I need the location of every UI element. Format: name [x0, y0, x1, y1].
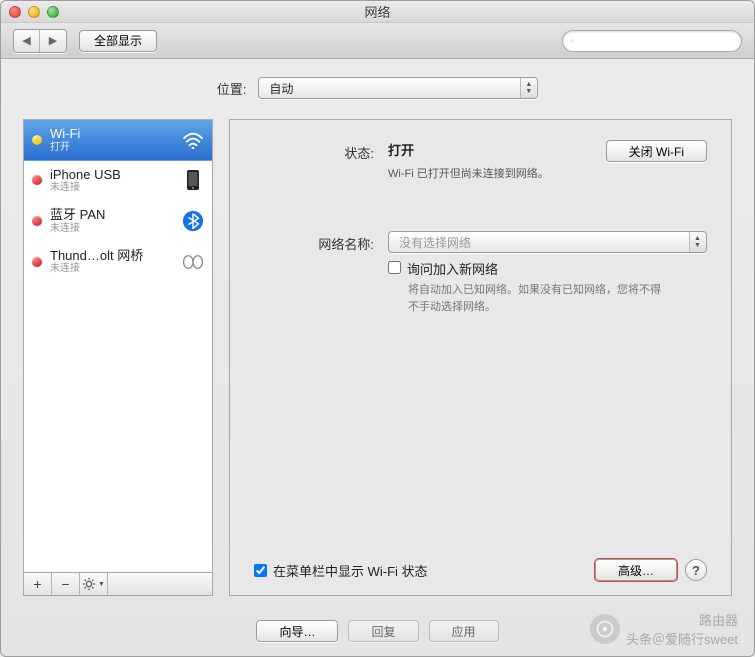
advanced-button[interactable]: 高级… — [595, 559, 677, 581]
location-label: 位置: — [217, 79, 247, 98]
sidebar-item-thunderbolt[interactable]: Thund…olt 网桥 未连接 — [24, 242, 212, 283]
sidebar-item-bluetooth-pan[interactable]: 蓝牙 PAN 未连接 — [24, 201, 212, 242]
bluetooth-icon — [182, 210, 204, 232]
chevron-left-icon: ◀ — [22, 34, 30, 47]
ask-join-label: 询问加入新网络 — [407, 259, 498, 278]
thunderbolt-bridge-icon — [182, 251, 204, 273]
wifi-icon — [182, 129, 204, 151]
back-button[interactable]: ◀ — [14, 30, 40, 52]
sidebar-item-label: Thund…olt 网桥 — [50, 248, 174, 264]
watermark-line1: 路由器 — [626, 610, 738, 629]
status-description: Wi-Fi 已打开但尚未连接到网络。 — [388, 165, 586, 181]
sidebar-item-iphone-usb[interactable]: iPhone USB 未连接 — [24, 161, 212, 202]
watermark: 路由器 头条＠爱随行sweet — [590, 610, 738, 648]
status-field-label: 状态: — [254, 140, 374, 181]
status-dot-icon — [32, 257, 42, 267]
window-title: 网络 — [59, 2, 696, 21]
sidebar-item-label: 蓝牙 PAN — [50, 207, 174, 223]
remove-interface-button[interactable]: − — [52, 573, 80, 595]
location-value: 自动 — [269, 80, 520, 97]
search-input[interactable] — [578, 34, 733, 48]
forward-button[interactable]: ▶ — [40, 30, 66, 52]
status-dot-icon — [32, 216, 42, 226]
sidebar-footer: + − ▼ — [23, 572, 213, 596]
detail-panel: 状态: 打开 Wi-Fi 已打开但尚未连接到网络。 关闭 Wi-Fi 网络名称: — [229, 119, 732, 596]
wizard-button[interactable]: 向导… — [256, 620, 338, 642]
show-all-button[interactable]: 全部显示 — [79, 30, 157, 52]
action-menu-button[interactable]: ▼ — [80, 573, 108, 595]
help-button[interactable]: ? — [685, 559, 707, 581]
sidebar-item-label: Wi-Fi — [50, 126, 174, 142]
status-value: 打开 — [388, 140, 586, 159]
titlebar: 网络 — [1, 1, 754, 23]
nav-segmented: ◀ ▶ — [13, 29, 67, 53]
chevron-right-icon: ▶ — [49, 34, 57, 47]
minimize-window-button[interactable] — [28, 6, 40, 18]
ask-join-checkbox[interactable] — [388, 261, 401, 274]
search-icon — [571, 35, 574, 47]
close-window-button[interactable] — [9, 6, 21, 18]
show-in-menu-label: 在菜单栏中显示 Wi-Fi 状态 — [273, 561, 428, 580]
iphone-icon — [182, 169, 204, 191]
turn-off-wifi-button[interactable]: 关闭 Wi-Fi — [606, 140, 707, 162]
status-dot-icon — [32, 135, 42, 145]
network-name-value: 没有选择网络 — [399, 234, 689, 251]
sidebar-item-wifi[interactable]: Wi-Fi 打开 — [24, 120, 212, 161]
location-select[interactable]: 自动 ▲▼ — [258, 77, 538, 99]
watermark-line2: 头条＠爱随行sweet — [626, 629, 738, 648]
ask-join-hint: 将自动加入已知网络。如果没有已知网络，您将不得不手动选择网络。 — [408, 282, 668, 315]
sidebar-item-label: iPhone USB — [50, 167, 174, 183]
zoom-window-button[interactable] — [47, 6, 59, 18]
add-interface-button[interactable]: + — [24, 573, 52, 595]
updown-arrows-icon: ▲▼ — [689, 232, 705, 252]
apply-button[interactable]: 应用 — [429, 620, 499, 642]
search-field-wrap[interactable] — [562, 30, 742, 52]
interfaces-sidebar: Wi-Fi 打开 iPhone USB 未连接 — [23, 119, 213, 572]
sidebar-item-status: 打开 — [50, 142, 174, 154]
sidebar-item-status: 未连接 — [50, 263, 174, 275]
status-dot-icon — [32, 175, 42, 185]
revert-button[interactable]: 回复 — [348, 620, 418, 642]
sidebar-item-status: 未连接 — [50, 182, 174, 194]
sidebar-item-status: 未连接 — [50, 223, 174, 235]
network-name-select[interactable]: 没有选择网络 ▲▼ — [388, 231, 707, 253]
toolbar: ◀ ▶ 全部显示 — [1, 23, 754, 59]
gear-icon — [82, 577, 96, 591]
show-in-menu-checkbox[interactable] — [254, 564, 267, 577]
network-name-label: 网络名称: — [254, 231, 374, 315]
updown-arrows-icon: ▲▼ — [520, 78, 536, 98]
watermark-icon — [590, 614, 620, 644]
